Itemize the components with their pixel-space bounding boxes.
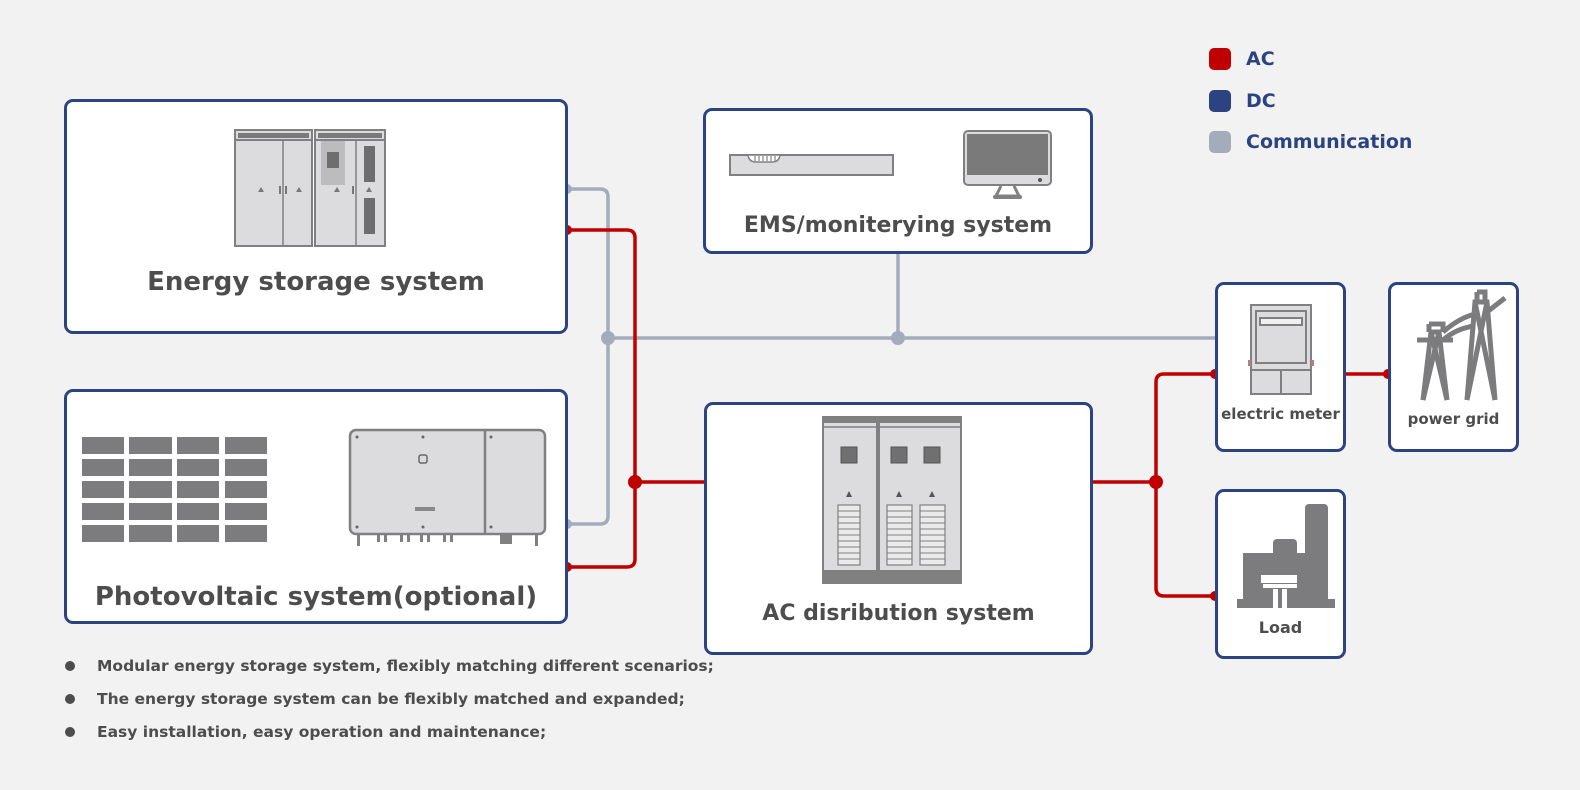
- legend-label: AC: [1246, 48, 1275, 70]
- feature-list: Modular energy storage system, flexibly …: [64, 656, 714, 755]
- dc-swatch-icon: [1209, 90, 1231, 112]
- factory-icon: [1237, 504, 1335, 608]
- ac-distribution-node[interactable]: AC disribution system: [704, 402, 1093, 655]
- ac-junction: [1149, 475, 1163, 489]
- feature-item: Modular energy storage system, flexibly …: [64, 656, 714, 689]
- ac-swatch-icon: [1209, 48, 1231, 70]
- transmission-tower-icon: [1417, 289, 1507, 401]
- load-node[interactable]: Load: [1215, 489, 1346, 659]
- legend-item-dc: DC: [1209, 90, 1276, 112]
- legend-item-communication: Communication: [1209, 131, 1412, 153]
- battery-cabinet-icon: [234, 129, 386, 247]
- legend-label: DC: [1246, 90, 1276, 112]
- energy-storage-node[interactable]: Energy storage system: [64, 99, 568, 334]
- monitor-icon: [963, 130, 1052, 199]
- ac-distribution-title: AC disribution system: [762, 601, 1035, 626]
- distribution-cabinet-icon: [822, 416, 962, 584]
- comm-junction: [601, 331, 615, 345]
- electric-meter-title: electric meter: [1221, 405, 1340, 423]
- comm-junction: [891, 331, 905, 345]
- communication-swatch-icon: [1209, 131, 1231, 153]
- load-title: Load: [1258, 618, 1303, 637]
- bullet-icon: [65, 661, 75, 671]
- legend-item-ac: AC: [1209, 48, 1275, 70]
- ac-line-meter-load: [1154, 372, 1217, 598]
- ems-node[interactable]: EMS/moniterying system: [703, 108, 1093, 254]
- electric-meter-icon: [1248, 304, 1314, 395]
- feature-text: Easy installation, easy operation and ma…: [97, 723, 547, 741]
- power-grid-node[interactable]: power grid: [1388, 282, 1519, 452]
- solar-panel-array-icon: [82, 437, 267, 542]
- legend-label: Communication: [1246, 131, 1413, 153]
- feature-item: The energy storage system can be flexibl…: [64, 689, 714, 722]
- electric-meter-node[interactable]: electric meter: [1215, 282, 1346, 452]
- ems-title: EMS/moniterying system: [743, 213, 1053, 238]
- feature-text: The energy storage system can be flexibl…: [97, 690, 685, 708]
- photovoltaic-title: Photovoltaic system(optional): [94, 582, 538, 612]
- photovoltaic-node[interactable]: Photovoltaic system(optional): [64, 389, 568, 624]
- power-grid-title: power grid: [1407, 410, 1500, 428]
- ac-line-storage-pv: [566, 228, 637, 569]
- feature-text: Modular energy storage system, flexibly …: [97, 657, 714, 675]
- ac-junction: [628, 475, 642, 489]
- inverter-icon: [348, 428, 547, 546]
- feature-item: Easy installation, easy operation and ma…: [64, 722, 714, 755]
- controller-unit-icon: [729, 154, 894, 176]
- bullet-icon: [65, 727, 75, 737]
- bullet-icon: [65, 694, 75, 704]
- energy-storage-title: Energy storage system: [147, 267, 485, 297]
- comm-line-storage: [566, 187, 610, 526]
